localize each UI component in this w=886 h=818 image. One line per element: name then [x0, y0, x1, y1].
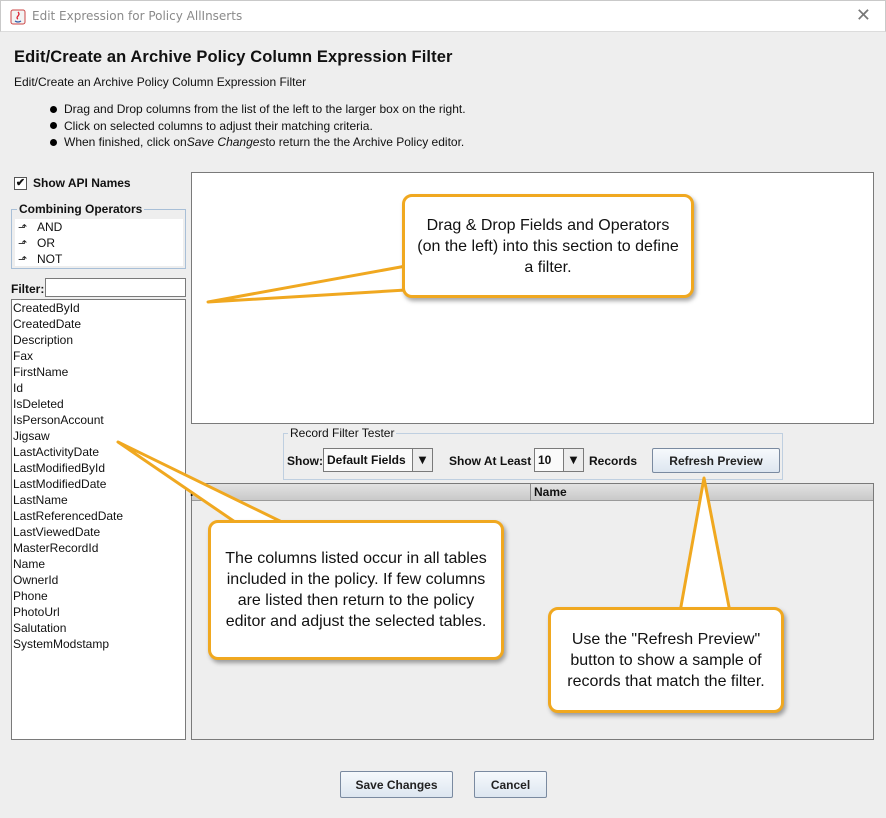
columns-callout-pointer [116, 440, 288, 526]
drop-area-callout: Drag & Drop Fields and Operators (on the… [402, 194, 694, 298]
refresh-callout-pointer [678, 476, 732, 614]
refresh-preview-callout: Use the "Refresh Preview" button to show… [548, 607, 784, 713]
drop-callout-pointer [206, 264, 408, 304]
columns-callout: The columns listed occur in all tables i… [208, 520, 504, 660]
